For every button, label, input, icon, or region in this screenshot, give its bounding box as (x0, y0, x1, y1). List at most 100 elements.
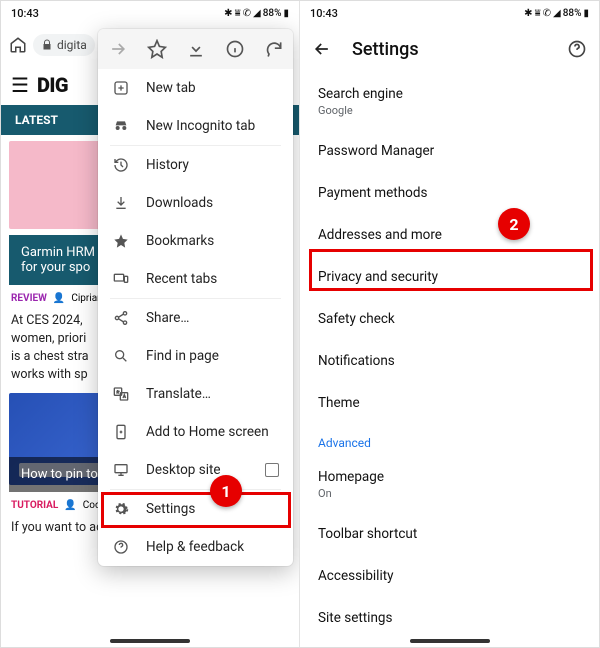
setting-sub: Google (318, 104, 581, 117)
setting-label: Site settings (318, 610, 581, 626)
help-circle-icon[interactable] (567, 39, 587, 59)
setting-sub: On (318, 487, 581, 500)
menu-recent-tabs[interactable]: Recent tabs (98, 260, 293, 298)
settings-notifications[interactable]: Notifications (300, 340, 599, 382)
help-icon (112, 539, 130, 555)
settings-header: Settings (300, 25, 599, 73)
settings-homepage[interactable]: Homepage On (300, 456, 599, 513)
menu-label: Share… (146, 310, 189, 326)
menu-add-home[interactable]: Add to Home screen (98, 413, 293, 451)
menu-label: New tab (146, 80, 196, 96)
download-icon[interactable] (180, 33, 212, 65)
menu-translate[interactable]: Translate… (98, 375, 293, 413)
menu-label: New Incognito tab (146, 118, 255, 134)
desktop-icon (112, 462, 130, 478)
info-icon[interactable] (219, 33, 251, 65)
menu-share[interactable]: Share… (98, 299, 293, 337)
menu-top-row (98, 29, 293, 69)
forward-icon[interactable] (102, 33, 134, 65)
status-bar: 10:43 ✱ ⩸ ✆ ◢ 88% ▮ (300, 1, 599, 25)
setting-label: Toolbar shortcut (318, 526, 581, 542)
menu-label: Help & feedback (146, 539, 244, 555)
gesture-bar (110, 639, 190, 643)
menu-label: Recent tabs (146, 271, 217, 287)
menu-desktop-site[interactable]: Desktop site (98, 451, 293, 489)
devices-icon (112, 271, 130, 287)
star-icon[interactable] (141, 33, 173, 65)
settings-accessibility[interactable]: Accessibility (300, 555, 599, 597)
phone-icon: ✆ (543, 8, 551, 19)
search-icon (112, 348, 130, 364)
plus-square-icon (112, 80, 130, 96)
settings-site-settings[interactable]: Site settings (300, 597, 599, 639)
settings-section-advanced: Advanced (300, 424, 599, 456)
settings-payment-methods[interactable]: Payment methods (300, 172, 599, 214)
chrome-menu: New tab New Incognito tab History Downlo… (98, 29, 293, 566)
menu-downloads[interactable]: Downloads (98, 184, 293, 222)
menu-label: Find in page (146, 348, 219, 364)
menu-label: Bookmarks (146, 233, 214, 249)
setting-label: Addresses and more (318, 227, 581, 243)
setting-label: Search engine (318, 86, 581, 102)
hamburger-icon[interactable]: ☰ (11, 73, 29, 97)
translate-icon (112, 386, 130, 402)
desktop-checkbox[interactable] (265, 463, 279, 477)
bluetooth-icon: ✱ (224, 8, 232, 19)
status-bar: 10:43 ✱ ⩸ ✆ ◢ 88% ▮ (1, 1, 299, 25)
callout-badge-2: 2 (498, 208, 530, 240)
battery-pct: 88% (263, 8, 282, 19)
home-icon[interactable] (9, 36, 27, 54)
settings-password-manager[interactable]: Password Manager (300, 130, 599, 172)
menu-label: Add to Home screen (146, 424, 269, 440)
phone-browser-menu: 10:43 ✱ ⩸ ✆ ◢ 88% ▮ digita ☰ (1, 1, 300, 647)
status-icons: ✱ ⩸ ✆ ◢ 88% ▮ (224, 8, 289, 19)
wifi-call-icon: ⩸ (535, 8, 541, 19)
gesture-bar (410, 639, 490, 643)
url-chip[interactable]: digita (33, 34, 95, 56)
menu-label: Downloads (146, 195, 213, 211)
menu-find[interactable]: Find in page (98, 337, 293, 375)
bluetooth-icon: ✱ (524, 8, 532, 19)
url-text: digita (57, 38, 87, 52)
lock-icon (41, 39, 53, 51)
menu-help[interactable]: Help & feedback (98, 528, 293, 566)
refresh-icon[interactable] (258, 33, 290, 65)
download-arrow-icon (112, 195, 130, 211)
battery-icon: ▮ (583, 8, 589, 19)
history-icon (112, 157, 130, 173)
battery-icon: ▮ (283, 8, 289, 19)
settings-toolbar-shortcut[interactable]: Toolbar shortcut (300, 513, 599, 555)
menu-label: History (146, 157, 189, 173)
back-icon[interactable] (312, 39, 332, 59)
menu-incognito[interactable]: New Incognito tab (98, 107, 293, 145)
incognito-icon (112, 118, 130, 134)
setting-label: Homepage (318, 469, 581, 485)
menu-bookmarks[interactable]: Bookmarks (98, 222, 293, 260)
setting-label: Accessibility (318, 568, 581, 584)
setting-label: Notifications (318, 353, 581, 369)
setting-label: Theme (318, 395, 581, 411)
menu-history[interactable]: History (98, 146, 293, 184)
battery-pct: 88% (563, 8, 582, 19)
setting-label: Safety check (318, 311, 581, 327)
menu-new-tab[interactable]: New tab (98, 69, 293, 107)
author-name-1: Cipriar (71, 293, 100, 304)
settings-theme[interactable]: Theme (300, 382, 599, 424)
menu-label: Translate… (146, 386, 211, 402)
share-icon (112, 310, 130, 326)
phone-icon: ✆ (243, 8, 251, 19)
author-icon: 👤 (64, 500, 76, 511)
callout-badge-1: 1 (210, 475, 242, 507)
settings-search-engine[interactable]: Search engine Google (300, 73, 599, 130)
callout-box-2 (309, 249, 593, 291)
site-brand: DIG (37, 73, 68, 97)
tag-tutorial: TUTORIAL (11, 500, 58, 511)
setting-label: Payment methods (318, 185, 581, 201)
callout-box-1 (101, 492, 291, 528)
status-time: 10:43 (11, 7, 39, 20)
page-title: Settings (352, 39, 419, 60)
phone-settings: 10:43 ✱ ⩸ ✆ ◢ 88% ▮ Settings Search engi… (300, 1, 599, 647)
status-icons: ✱ ⩸ ✆ ◢ 88% ▮ (524, 8, 589, 19)
setting-label: Password Manager (318, 143, 581, 159)
settings-safety-check[interactable]: Safety check (300, 298, 599, 340)
